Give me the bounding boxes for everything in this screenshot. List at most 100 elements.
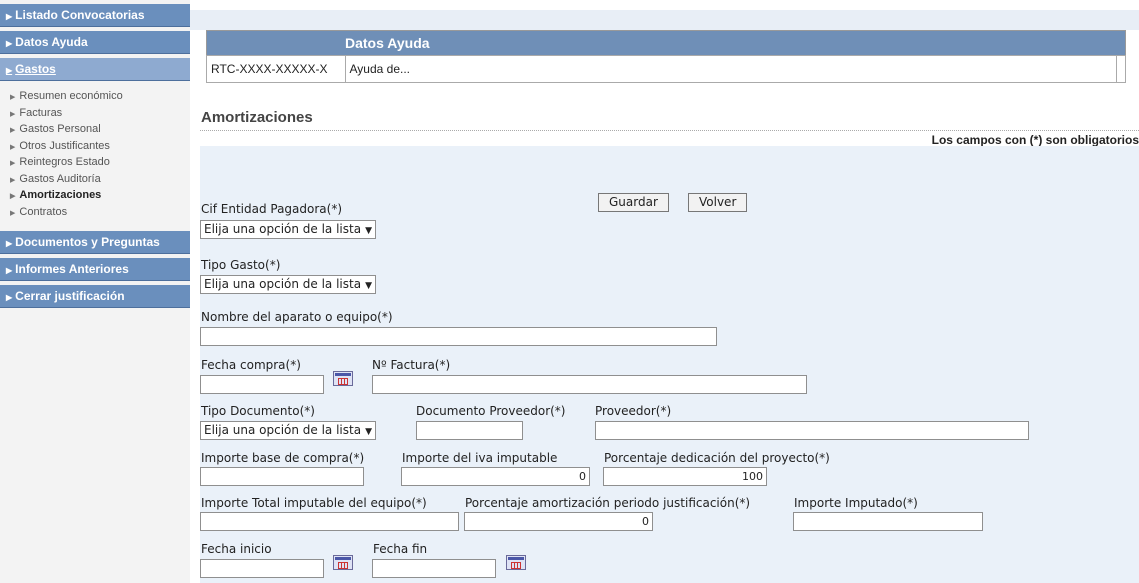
num-factura-label: Nº Factura(*) bbox=[372, 358, 451, 372]
sidebar-item-resumen-economico[interactable]: ▶ Resumen económico bbox=[10, 89, 190, 106]
sidebar-item-label: Reintegros Estado bbox=[19, 156, 110, 168]
main-content: Datos Ayuda RTC-XXXX-XXXXX-X Ayuda de...… bbox=[190, 0, 1139, 583]
sidebar-section-label: Datos Ayuda bbox=[15, 35, 88, 49]
calendar-icon[interactable] bbox=[333, 371, 353, 386]
sidebar-section-documentos-preguntas[interactable]: ▶ Documentos y Preguntas bbox=[0, 231, 190, 254]
porcentaje-amortizacion-label: Porcentaje amortización periodo justific… bbox=[465, 496, 751, 510]
sidebar-item-contratos[interactable]: ▶ Contratos bbox=[10, 205, 190, 222]
chevron-down-icon: ▼ bbox=[365, 226, 372, 236]
nombre-equipo-input[interactable] bbox=[200, 327, 717, 346]
sidebar-item-amortizaciones[interactable]: ▶ Amortizaciones bbox=[10, 188, 190, 205]
tipo-gasto-select-value: Elija una opción de la lista bbox=[204, 277, 362, 291]
gastos-submenu: ▶ Resumen económico ▶ Facturas ▶ Gastos Per… bbox=[0, 81, 190, 227]
table-header-spacer bbox=[206, 30, 345, 56]
importe-imputado-label: Importe Imputado(*) bbox=[794, 496, 918, 510]
sidebar-item-otros-justificantes[interactable]: ▶ Otros Justificantes bbox=[10, 139, 190, 156]
cif-label: Cif Entidad Pagadora(*) bbox=[201, 202, 343, 216]
porcentaje-dedicacion-label: Porcentaje dedicación del proyecto(*) bbox=[604, 451, 830, 465]
sidebar-section-label: Listado Convocatorias bbox=[15, 8, 145, 22]
triangle-right-icon: ▶ bbox=[6, 12, 13, 21]
sidebar-item-gastos-auditoria[interactable]: ▶ Gastos Auditoría bbox=[10, 172, 190, 189]
importe-base-label: Importe base de compra(*) bbox=[201, 451, 365, 465]
num-factura-input[interactable] bbox=[372, 375, 807, 394]
divider bbox=[200, 130, 1139, 131]
sidebar-item-label: Facturas bbox=[19, 106, 63, 119]
sidebar-item-label: Contratos bbox=[19, 205, 68, 218]
triangle-right-icon: ▶ bbox=[10, 143, 16, 151]
triangle-right-icon: ▶ bbox=[10, 110, 16, 118]
required-note: Los campos con (*) son obligatorios bbox=[931, 133, 1139, 147]
importe-imputado-input[interactable] bbox=[793, 512, 983, 531]
chevron-down-icon: ▼ bbox=[365, 281, 372, 291]
fecha-compra-input[interactable] bbox=[200, 375, 324, 394]
sidebar-section-gastos[interactable]: ▶ Gastos bbox=[0, 58, 190, 81]
sidebar-section-datos-ayuda[interactable]: ▶ Datos Ayuda bbox=[0, 31, 190, 54]
tipo-gasto-label: Tipo Gasto(*) bbox=[201, 258, 281, 272]
table-header-end bbox=[1116, 30, 1126, 56]
tipo-documento-select-value: Elija una opción de la lista bbox=[204, 423, 362, 437]
sidebar-section-label: Gastos bbox=[15, 62, 56, 76]
sidebar-item-reintegros-estado[interactable]: ▶ Reintegros Estado bbox=[10, 155, 190, 172]
sidebar-item-label: Gastos Personal bbox=[19, 123, 101, 135]
sidebar-item-label: Resumen económico bbox=[19, 90, 123, 102]
table-row: RTC-XXXX-XXXXX-X Ayuda de... bbox=[206, 55, 1126, 83]
triangle-right-icon: ▶ bbox=[10, 127, 16, 134]
importe-base-input[interactable] bbox=[200, 467, 364, 486]
fecha-fin-label: Fecha fin bbox=[373, 542, 428, 556]
chevron-down-icon: ▼ bbox=[365, 427, 372, 437]
sidebar-item-gastos-personal[interactable]: ▶ Gastos Personal bbox=[10, 122, 190, 139]
importe-total-input[interactable] bbox=[200, 512, 459, 531]
proveedor-label: Proveedor(*) bbox=[595, 404, 672, 418]
fecha-inicio-label: Fecha inicio bbox=[201, 542, 272, 556]
triangle-right-icon: ▶ bbox=[10, 209, 16, 217]
table-cell-empty bbox=[1116, 55, 1126, 83]
fecha-inicio-input[interactable] bbox=[200, 559, 324, 578]
triangle-right-icon: ▶ bbox=[10, 94, 16, 101]
tipo-documento-label: Tipo Documento(*) bbox=[201, 404, 315, 418]
importe-total-label: Importe Total imputable del equipo(*) bbox=[201, 496, 427, 510]
triangle-right-icon: ▶ bbox=[6, 266, 13, 275]
tipo-gasto-select[interactable]: Elija una opción de la lista ▼ bbox=[200, 275, 376, 294]
cif-select-value: Elija una opción de la lista bbox=[204, 222, 362, 236]
triangle-right-icon: ▶ bbox=[6, 239, 13, 248]
importe-iva-input[interactable]: 0 bbox=[401, 467, 590, 486]
documento-proveedor-input[interactable] bbox=[416, 421, 523, 440]
sidebar-section-label: Documentos y Preguntas bbox=[15, 235, 160, 249]
documento-proveedor-label: Documento Proveedor(*) bbox=[416, 404, 566, 418]
porcentaje-dedicacion-input[interactable]: 100 bbox=[603, 467, 767, 486]
calendar-icon[interactable] bbox=[333, 555, 353, 570]
ayuda-code: RTC-XXXX-XXXXX-X bbox=[206, 55, 346, 83]
calendar-icon[interactable] bbox=[506, 555, 526, 570]
top-band bbox=[190, 10, 1139, 30]
nombre-equipo-label: Nombre del aparato o equipo(*) bbox=[201, 310, 393, 324]
form-area: Guardar Volver Cif Entidad Pagadora(*) E… bbox=[200, 146, 1139, 583]
sidebar-item-label: Otros Justificantes bbox=[19, 139, 110, 152]
sidebar-item-label: Amortizaciones bbox=[19, 189, 102, 201]
porcentaje-amortizacion-input[interactable]: 0 bbox=[464, 512, 653, 531]
back-button[interactable]: Volver bbox=[688, 193, 748, 212]
ayuda-title: Ayuda de... bbox=[344, 55, 1117, 83]
triangle-right-icon: ▶ bbox=[6, 66, 13, 75]
table-header-datos-ayuda: Datos Ayuda bbox=[345, 30, 1117, 56]
sidebar-section-label: Informes Anteriores bbox=[15, 262, 129, 276]
triangle-right-icon: ▶ bbox=[10, 176, 16, 184]
sidebar-section-label: Cerrar justificación bbox=[15, 289, 125, 303]
triangle-right-icon: ▶ bbox=[10, 160, 16, 167]
proveedor-input[interactable] bbox=[595, 421, 1029, 440]
sidebar-section-informes-anteriores[interactable]: ▶ Informes Anteriores bbox=[0, 258, 190, 281]
triangle-right-icon: ▶ bbox=[10, 193, 16, 200]
triangle-right-icon: ▶ bbox=[6, 293, 13, 302]
sidebar-section-listado-convocatorias[interactable]: ▶ Listado Convocatorias bbox=[0, 4, 190, 27]
sidebar: ▶ Listado Convocatorias ▶ Datos Ayuda ▶ Gas… bbox=[0, 0, 190, 583]
importe-iva-label: Importe del iva imputable bbox=[402, 451, 558, 465]
triangle-right-icon: ▶ bbox=[6, 39, 13, 48]
save-button[interactable]: Guardar bbox=[598, 193, 669, 212]
fecha-fin-input[interactable] bbox=[372, 559, 496, 578]
fecha-compra-label: Fecha compra(*) bbox=[201, 358, 301, 372]
sidebar-item-label: Gastos Auditoría bbox=[19, 172, 101, 185]
datos-ayuda-table: Datos Ayuda RTC-XXXX-XXXXX-X Ayuda de... bbox=[206, 30, 1126, 83]
cif-select[interactable]: Elija una opción de la lista ▼ bbox=[200, 220, 376, 239]
sidebar-item-facturas[interactable]: ▶ Facturas bbox=[10, 106, 190, 123]
tipo-documento-select[interactable]: Elija una opción de la lista ▼ bbox=[200, 421, 376, 440]
sidebar-section-cerrar-justificacion[interactable]: ▶ Cerrar justificación bbox=[0, 285, 190, 308]
